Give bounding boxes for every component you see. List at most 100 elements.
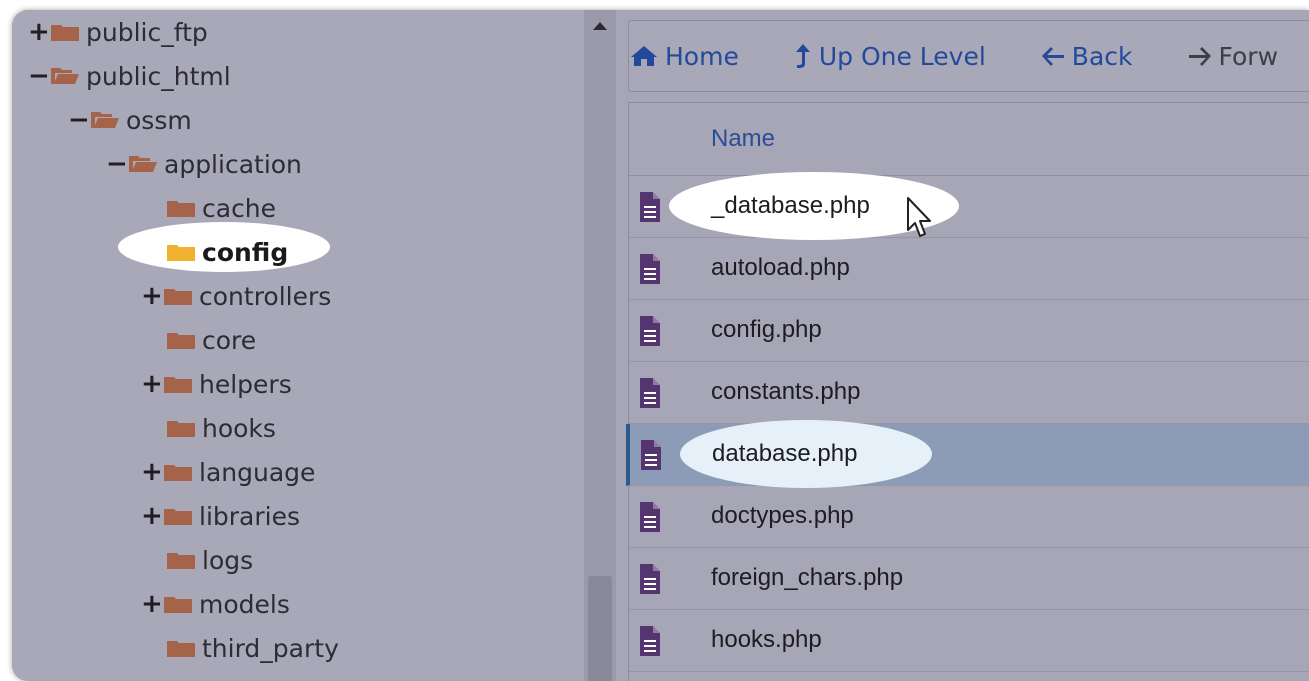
file-table: Name _database.php autoload.php config.php… xyxy=(626,102,1309,681)
tree-item-public-ftp[interactable]: + public_ftp xyxy=(28,12,208,52)
back-label: Back xyxy=(1071,41,1133,71)
tree-item-label: core xyxy=(202,325,257,355)
file-name: foreign_chars.php xyxy=(711,564,904,591)
expand-icon[interactable]: + xyxy=(141,589,163,619)
tree-item-core[interactable]: core xyxy=(166,320,256,360)
folder-closed-icon xyxy=(166,242,196,262)
folder-closed-icon xyxy=(50,22,80,42)
file-panel: Home Up One Level Back Forw Name _databa… xyxy=(616,10,1309,681)
tree-scrollbar[interactable] xyxy=(584,10,616,681)
back-button[interactable]: Back xyxy=(1040,42,1133,71)
folder-closed-icon xyxy=(163,506,193,526)
folder-closed-icon xyxy=(163,374,193,394)
file-row[interactable]: _database.php xyxy=(629,172,1309,240)
folder-open-icon xyxy=(128,154,158,174)
tree-item-label: helpers xyxy=(199,369,292,399)
file-icon xyxy=(639,563,661,600)
collapse-icon[interactable]: − xyxy=(28,61,50,91)
directory-tree: + public_ftp − public_html − ossm − application… xyxy=(12,10,584,681)
arrow-right-icon xyxy=(1188,47,1211,66)
file-icon xyxy=(639,253,661,290)
folder-closed-icon xyxy=(166,550,196,570)
mouse-pointer-icon xyxy=(907,197,931,237)
file-name: database.php xyxy=(712,440,858,467)
tree-item-models[interactable]: + models xyxy=(141,584,290,624)
toolbar: Home Up One Level Back Forw xyxy=(628,20,1309,92)
tree-item-logs[interactable]: logs xyxy=(166,540,253,580)
file-name: doctypes.php xyxy=(711,502,854,529)
file-icon xyxy=(639,315,661,352)
tree-item-label: logs xyxy=(202,545,254,575)
file-row[interactable]: doctypes.php xyxy=(629,486,1309,548)
file-row[interactable]: autoload.php xyxy=(629,238,1309,300)
home-label: Home xyxy=(665,41,739,71)
file-icon xyxy=(639,625,661,662)
file-icon xyxy=(639,191,661,228)
home-icon xyxy=(631,46,657,66)
tree-item-label: public_ftp xyxy=(86,17,208,47)
tree-item-label: third_party xyxy=(202,633,339,663)
tree-item-language[interactable]: + language xyxy=(141,452,315,492)
collapse-icon[interactable]: − xyxy=(106,149,128,179)
folder-open-icon xyxy=(90,110,120,130)
tree-item-label: ossm xyxy=(126,105,192,135)
expand-icon[interactable]: + xyxy=(141,369,163,399)
arrow-left-icon xyxy=(1041,47,1064,66)
file-table-header: Name xyxy=(629,103,1309,176)
folder-closed-icon xyxy=(163,286,193,306)
file-icon xyxy=(639,377,661,414)
tree-item-application[interactable]: − application xyxy=(106,144,302,184)
tree-item-label: config xyxy=(202,237,289,267)
scrollbar-thumb[interactable] xyxy=(588,576,612,681)
tree-item-helpers[interactable]: + helpers xyxy=(141,364,292,404)
collapse-icon[interactable]: − xyxy=(68,105,90,135)
tree-item-controllers[interactable]: + controllers xyxy=(141,276,331,316)
file-name: _database.php xyxy=(711,192,870,219)
expand-icon[interactable]: + xyxy=(141,281,163,311)
forward-label: Forw xyxy=(1218,41,1279,71)
file-row[interactable]: constants.php xyxy=(629,362,1309,424)
tree-item-label: hooks xyxy=(202,413,276,443)
tree-item-label: models xyxy=(199,589,290,619)
file-name: config.php xyxy=(711,316,822,343)
expand-icon[interactable]: + xyxy=(141,501,163,531)
expand-icon[interactable]: + xyxy=(141,457,163,487)
forward-button[interactable]: Forw xyxy=(1187,41,1279,71)
folder-closed-icon xyxy=(166,638,196,658)
folder-closed-icon xyxy=(166,418,196,438)
name-column-header[interactable]: Name xyxy=(711,125,775,153)
file-row[interactable]: hooks.php xyxy=(629,610,1309,672)
folder-closed-icon xyxy=(166,198,196,218)
tree-item-hooks[interactable]: hooks xyxy=(166,408,276,448)
tree-item-label: application xyxy=(164,149,302,179)
up-one-level-label: Up One Level xyxy=(818,41,986,71)
file-row[interactable]: config.php xyxy=(629,300,1309,362)
file-row[interactable]: database.php xyxy=(626,420,1309,488)
file-name: hooks.php xyxy=(711,626,822,653)
file-icon xyxy=(639,501,661,538)
file-name: constants.php xyxy=(711,378,861,405)
file-manager-window: + public_ftp − public_html − ossm − application… xyxy=(12,10,1309,681)
tree-item-third-party[interactable]: third_party xyxy=(166,628,339,668)
scroll-up-arrow-icon[interactable] xyxy=(593,22,607,30)
expand-icon[interactable]: + xyxy=(28,17,50,47)
tree-item-label: controllers xyxy=(199,281,332,311)
tree-item-label: cache xyxy=(202,193,277,223)
up-one-level-button[interactable]: Up One Level xyxy=(793,42,986,71)
level-up-icon xyxy=(795,44,810,68)
tree-item-label: language xyxy=(199,457,316,487)
tree-item-cache[interactable]: cache xyxy=(166,188,276,228)
folder-open-icon xyxy=(50,66,80,86)
tree-item-libraries[interactable]: + libraries xyxy=(141,496,300,536)
tree-item-public-html[interactable]: − public_html xyxy=(28,56,231,96)
folder-closed-icon xyxy=(163,462,193,482)
tree-item-label: libraries xyxy=(199,501,300,531)
file-row[interactable]: foreign_chars.php xyxy=(629,548,1309,610)
tree-item-label: public_html xyxy=(86,61,231,91)
tree-item-ossm[interactable]: − ossm xyxy=(68,100,192,140)
home-button[interactable]: Home xyxy=(629,42,739,71)
file-name: autoload.php xyxy=(711,254,850,281)
folder-closed-icon xyxy=(163,594,193,614)
file-icon xyxy=(640,439,662,476)
tree-item-config[interactable]: config xyxy=(166,232,288,272)
